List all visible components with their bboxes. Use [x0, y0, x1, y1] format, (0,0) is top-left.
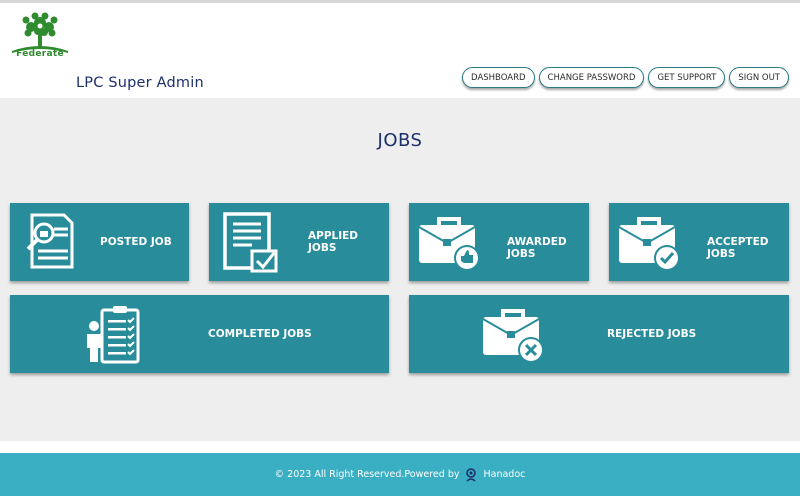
change-password-button[interactable]: CHANGE PASSWORD — [538, 67, 645, 88]
briefcase-check-icon — [618, 217, 680, 271]
top-nav: DASHBOARD CHANGE PASSWORD GET SUPPORT SI… — [462, 67, 789, 88]
get-support-button[interactable]: GET SUPPORT — [648, 67, 726, 88]
hanadoc-logo-icon — [466, 467, 477, 482]
posted-job-label: POSTED JOB — [100, 236, 172, 248]
footer-gap — [0, 441, 800, 453]
rejected-jobs-card[interactable]: REJECTED JOBS — [409, 295, 789, 373]
applied-jobs-card[interactable]: APPLIED JOBS — [209, 203, 389, 281]
document-search-icon — [26, 213, 74, 269]
briefcase-x-icon — [482, 309, 544, 363]
accepted-jobs-card[interactable]: ACCEPTED JOBS — [609, 203, 789, 281]
completed-jobs-card[interactable]: COMPLETED JOBS — [10, 295, 389, 373]
page-title: JOBS — [377, 130, 423, 151]
accepted-jobs-label: ACCEPTED JOBS — [707, 236, 769, 260]
rejected-jobs-label: REJECTED JOBS — [607, 328, 697, 340]
person-clipboard-icon — [87, 306, 140, 364]
header: Federate LPC Super Admin DASHBOARD CHANG… — [0, 3, 800, 98]
logo-text: Federate — [16, 49, 64, 59]
posted-job-card[interactable]: POSTED JOB — [10, 203, 189, 281]
footer: © 2023 All Right Reserved.Powered by Han… — [0, 453, 800, 496]
checklist-document-icon — [223, 212, 278, 273]
completed-jobs-label: COMPLETED JOBS — [208, 328, 312, 340]
sign-out-button[interactable]: SIGN OUT — [729, 67, 789, 88]
copyright-text: © 2023 All Right Reserved.Powered by — [274, 469, 460, 480]
admin-title: LPC Super Admin — [76, 75, 204, 91]
dashboard-button[interactable]: DASHBOARD — [462, 67, 535, 88]
awarded-jobs-card[interactable]: AWARDED JOBS — [409, 203, 589, 281]
applied-jobs-label: APPLIED JOBS — [308, 230, 359, 254]
awarded-jobs-label: AWARDED JOBS — [507, 236, 567, 260]
briefcase-thumbs-up-icon — [418, 217, 480, 271]
hanadoc-link[interactable]: Hanadoc — [483, 469, 525, 480]
